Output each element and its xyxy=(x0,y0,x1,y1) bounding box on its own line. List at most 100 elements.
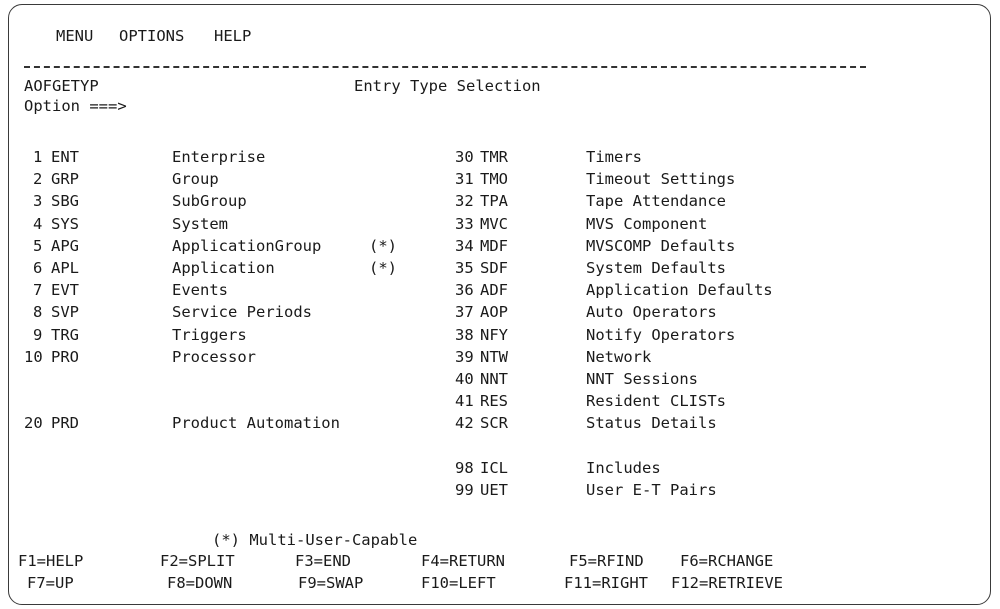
entry-number[interactable]: 39 xyxy=(455,347,474,367)
entry-code[interactable]: TRG xyxy=(51,325,79,345)
menu-options[interactable]: OPTIONS xyxy=(119,26,184,46)
entry-description: Group xyxy=(172,170,219,189)
entry-number[interactable]: 4 xyxy=(33,214,42,234)
entry-number[interactable]: 7 xyxy=(33,280,42,300)
entry-code[interactable]: PRO xyxy=(51,347,79,367)
entry-description: Enterprise xyxy=(172,148,266,166)
entry-code[interactable]: TMO xyxy=(480,169,508,189)
entry-number[interactable]: 33 xyxy=(455,214,474,234)
entry-code[interactable]: NTW xyxy=(480,347,508,367)
entry-number[interactable]: 41 xyxy=(455,391,474,411)
entry-code[interactable]: GRP xyxy=(51,169,79,189)
entry-code[interactable]: ADF xyxy=(480,280,508,300)
function-key[interactable]: F11=RIGHT xyxy=(564,573,648,593)
entry-code[interactable]: ENT xyxy=(51,147,79,167)
entry-description: Tape Attendance xyxy=(586,192,726,211)
entry-description: NNT Sessions xyxy=(586,370,698,388)
function-key[interactable]: F9=SWAP xyxy=(298,573,363,593)
entry-code[interactable]: TPA xyxy=(480,191,508,211)
entry-description: Timers xyxy=(586,148,642,166)
entry-description: Triggers xyxy=(172,325,247,344)
entry-description: Auto Operators xyxy=(586,303,717,322)
entry-code[interactable]: EVT xyxy=(51,280,79,300)
entry-code[interactable]: SVP xyxy=(51,302,79,322)
entry-number[interactable]: 1 xyxy=(33,147,42,167)
multi-user-flag: (*) xyxy=(369,259,397,277)
multi-user-flag: (*) xyxy=(369,236,397,255)
entry-code[interactable]: RES xyxy=(480,391,508,411)
entry-description: MVSCOMP Defaults xyxy=(586,236,736,255)
function-key[interactable]: F4=RETURN xyxy=(421,551,505,571)
entry-code[interactable]: SCR xyxy=(480,413,508,433)
entry-number[interactable]: 20 xyxy=(24,413,43,433)
entry-code[interactable]: SYS xyxy=(51,214,79,234)
panel-id: AOFGETYP xyxy=(24,77,99,95)
entry-description: Processor xyxy=(172,347,256,366)
function-key[interactable]: F6=RCHANGE xyxy=(680,551,773,571)
entry-number[interactable]: 5 xyxy=(33,236,42,256)
entry-code[interactable]: TMR xyxy=(480,147,508,167)
entry-number[interactable]: 34 xyxy=(455,236,474,256)
entry-number[interactable]: 6 xyxy=(33,258,42,278)
footnote-multi-user: (*) Multi-User-Capable xyxy=(212,531,418,549)
menu-separator xyxy=(24,66,866,68)
entry-number[interactable]: 8 xyxy=(33,302,42,322)
function-key[interactable]: F1=HELP xyxy=(18,551,83,571)
entry-description: MVS Component xyxy=(586,214,708,233)
entry-code[interactable]: NNT xyxy=(480,369,508,389)
panel-title: Entry Type Selection xyxy=(354,77,541,95)
entry-description: Application xyxy=(172,259,275,277)
menu-help[interactable]: HELP xyxy=(214,26,251,46)
option-prompt: Option ===> xyxy=(24,97,127,115)
entry-description: System xyxy=(172,214,228,233)
entry-description: SubGroup xyxy=(172,192,247,211)
function-key[interactable]: F2=SPLIT xyxy=(160,551,235,571)
entry-description: ApplicationGroup xyxy=(172,236,322,255)
entry-code[interactable]: MDF xyxy=(480,236,508,256)
entry-code[interactable]: NFY xyxy=(480,325,508,345)
entry-description: Includes xyxy=(586,458,661,477)
entry-code[interactable]: PRD xyxy=(51,413,79,433)
function-key[interactable]: F12=RETRIEVE xyxy=(671,573,783,593)
entry-number[interactable]: 98 xyxy=(455,458,474,478)
function-key[interactable]: F10=LEFT xyxy=(421,573,496,593)
entry-code[interactable]: ICL xyxy=(480,458,508,478)
option-input[interactable] xyxy=(154,96,278,116)
entry-description: Resident CLISTs xyxy=(586,392,726,411)
function-key[interactable]: F7=UP xyxy=(27,573,74,593)
entry-number[interactable]: 42 xyxy=(455,413,474,433)
entry-code[interactable]: APL xyxy=(51,258,79,278)
entry-number[interactable]: 40 xyxy=(455,369,474,389)
entry-number[interactable]: 10 xyxy=(24,347,43,367)
entry-number[interactable]: 38 xyxy=(455,325,474,345)
entry-code[interactable]: SDF xyxy=(480,258,508,278)
entry-description: Network xyxy=(586,347,652,366)
entry-number[interactable]: 99 xyxy=(455,480,474,500)
entry-number[interactable]: 32 xyxy=(455,191,474,211)
function-key[interactable]: F8=DOWN xyxy=(167,573,232,593)
entry-code[interactable]: MVC xyxy=(480,214,508,234)
entry-code[interactable]: APG xyxy=(51,236,79,256)
entry-number[interactable]: 9 xyxy=(33,325,42,345)
menu-menu[interactable]: MENU xyxy=(56,26,93,46)
entry-number[interactable]: 2 xyxy=(33,169,42,189)
entry-number[interactable]: 37 xyxy=(455,302,474,322)
entry-description: Timeout Settings xyxy=(586,170,736,189)
entry-number[interactable]: 3 xyxy=(33,191,42,211)
entry-code[interactable]: AOP xyxy=(480,302,508,322)
entry-number[interactable]: 35 xyxy=(455,258,474,278)
entry-code[interactable]: SBG xyxy=(51,191,79,211)
function-key[interactable]: F3=END xyxy=(295,551,351,571)
entry-description: Application Defaults xyxy=(586,281,773,300)
entry-code[interactable]: UET xyxy=(480,480,508,500)
entry-number[interactable]: 30 xyxy=(455,147,474,167)
entry-description: System Defaults xyxy=(586,259,726,277)
entry-number[interactable]: 31 xyxy=(455,169,474,189)
function-key[interactable]: F5=RFIND xyxy=(569,551,644,571)
entry-description: Service Periods xyxy=(172,303,312,322)
entry-description: Status Details xyxy=(586,414,717,433)
entry-description: Events xyxy=(172,281,228,300)
entry-description: Notify Operators xyxy=(586,325,736,344)
entry-description: User E-T Pairs xyxy=(586,481,717,499)
entry-number[interactable]: 36 xyxy=(455,280,474,300)
